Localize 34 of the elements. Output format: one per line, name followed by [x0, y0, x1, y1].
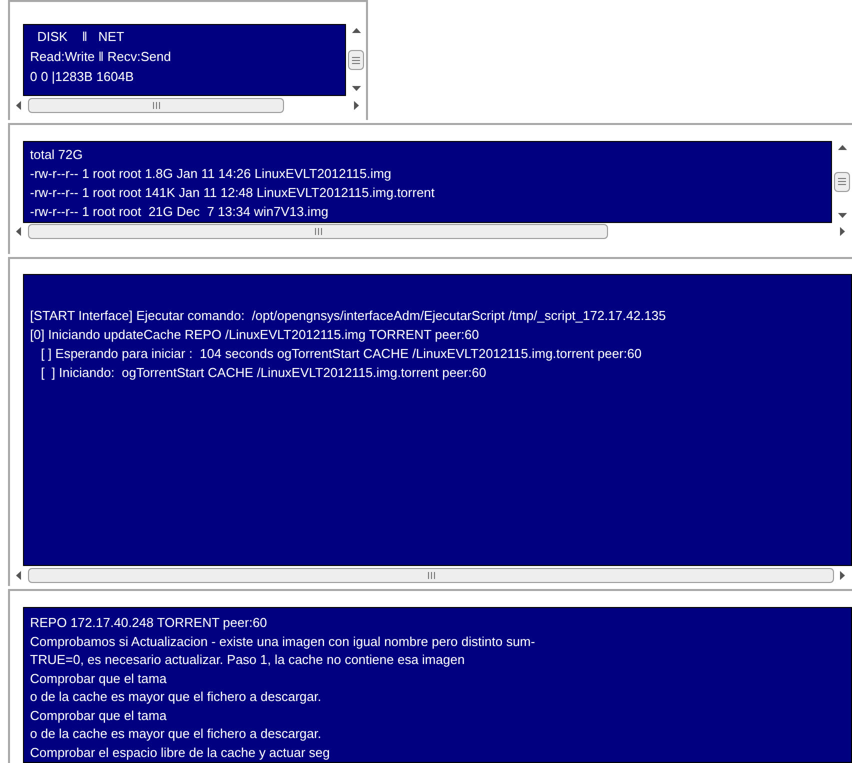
scroll-thumb[interactable] — [28, 98, 284, 112]
scroll-down-icon[interactable] — [838, 212, 846, 219]
console-line: Read:Write ‖ Recv:Send — [30, 48, 172, 66]
console-line: [START Interface] Ejecutar comando: /opt/opengnsys/interfaceAdm/EjecutarScript /tmp/_script_172.17.42.135 — [30, 307, 667, 326]
console-line: REPO 172.17.40.248 TORRENT peer:60 — [30, 614, 268, 632]
console-line: o de la cache es mayor que el fichero a descargar. — [30, 725, 322, 743]
scroll-thumb[interactable] — [28, 568, 834, 583]
scroll-up-icon[interactable] — [838, 144, 846, 151]
scroll-right-icon[interactable] — [354, 100, 360, 110]
scroll-up-icon[interactable] — [352, 28, 360, 34]
console-line: Comprobar el espacio libre de la cache y actuar seg — [30, 744, 331, 762]
console-line: -rw-r--r-- 1 root root 141K Jan 11 12:48 LinuxEVLT2012115.img.torrent — [30, 184, 436, 202]
console-line: -rw-r--r-- 1 root root 21G Dec 7 13:34 win7V13.img — [30, 202, 330, 221]
scroll-left-icon[interactable] — [16, 100, 22, 110]
console-line: Comprobar que el tama — [30, 706, 168, 725]
console-line: Comprobamos si Actualizacion - existe una imagen con igual nombre pero distinto sum- — [30, 632, 536, 651]
scroll-left-icon[interactable] — [16, 227, 22, 236]
console-line: Comprobar que el tama — [30, 670, 168, 688]
console-line: DISK ‖ NET — [36, 28, 126, 46]
console-line: [ ] Iniciando: ogTorrentStart CACHE /LinuxEVLT2012115.img.torrent peer:60 — [40, 364, 488, 382]
scroll-right-icon[interactable] — [840, 227, 846, 236]
scroll-down-icon[interactable] — [352, 86, 360, 92]
console-line: o de la cache es mayor que el fichero a descargar. — [30, 688, 322, 706]
console-line: [0] Iniciando updateCache REPO /LinuxEVLT2012115.img TORRENT peer:60 — [30, 326, 480, 344]
scroll-thumb[interactable] — [834, 172, 850, 192]
scroll-thumb[interactable] — [348, 50, 364, 70]
console-line: -rw-r--r-- 1 root root 1.8G Jan 11 14:26 LinuxEVLT2012115.img — [30, 164, 392, 183]
console-line: TRUE=0, es necesario actualizar. Paso 1, la cache no contiene esa imagen — [30, 651, 466, 669]
console-line: total 72G — [30, 146, 84, 164]
scroll-thumb[interactable] — [28, 224, 608, 240]
scroll-right-icon[interactable] — [840, 570, 846, 580]
console-line: [ ] Esperando para iniciar : 104 seconds ogTorrentStart CACHE /LinuxEVLT2012115.img.torrent peer:60 — [40, 345, 643, 364]
console-line: 0 0 |1283B 1604B — [30, 68, 135, 86]
scroll-left-icon[interactable] — [16, 570, 22, 580]
